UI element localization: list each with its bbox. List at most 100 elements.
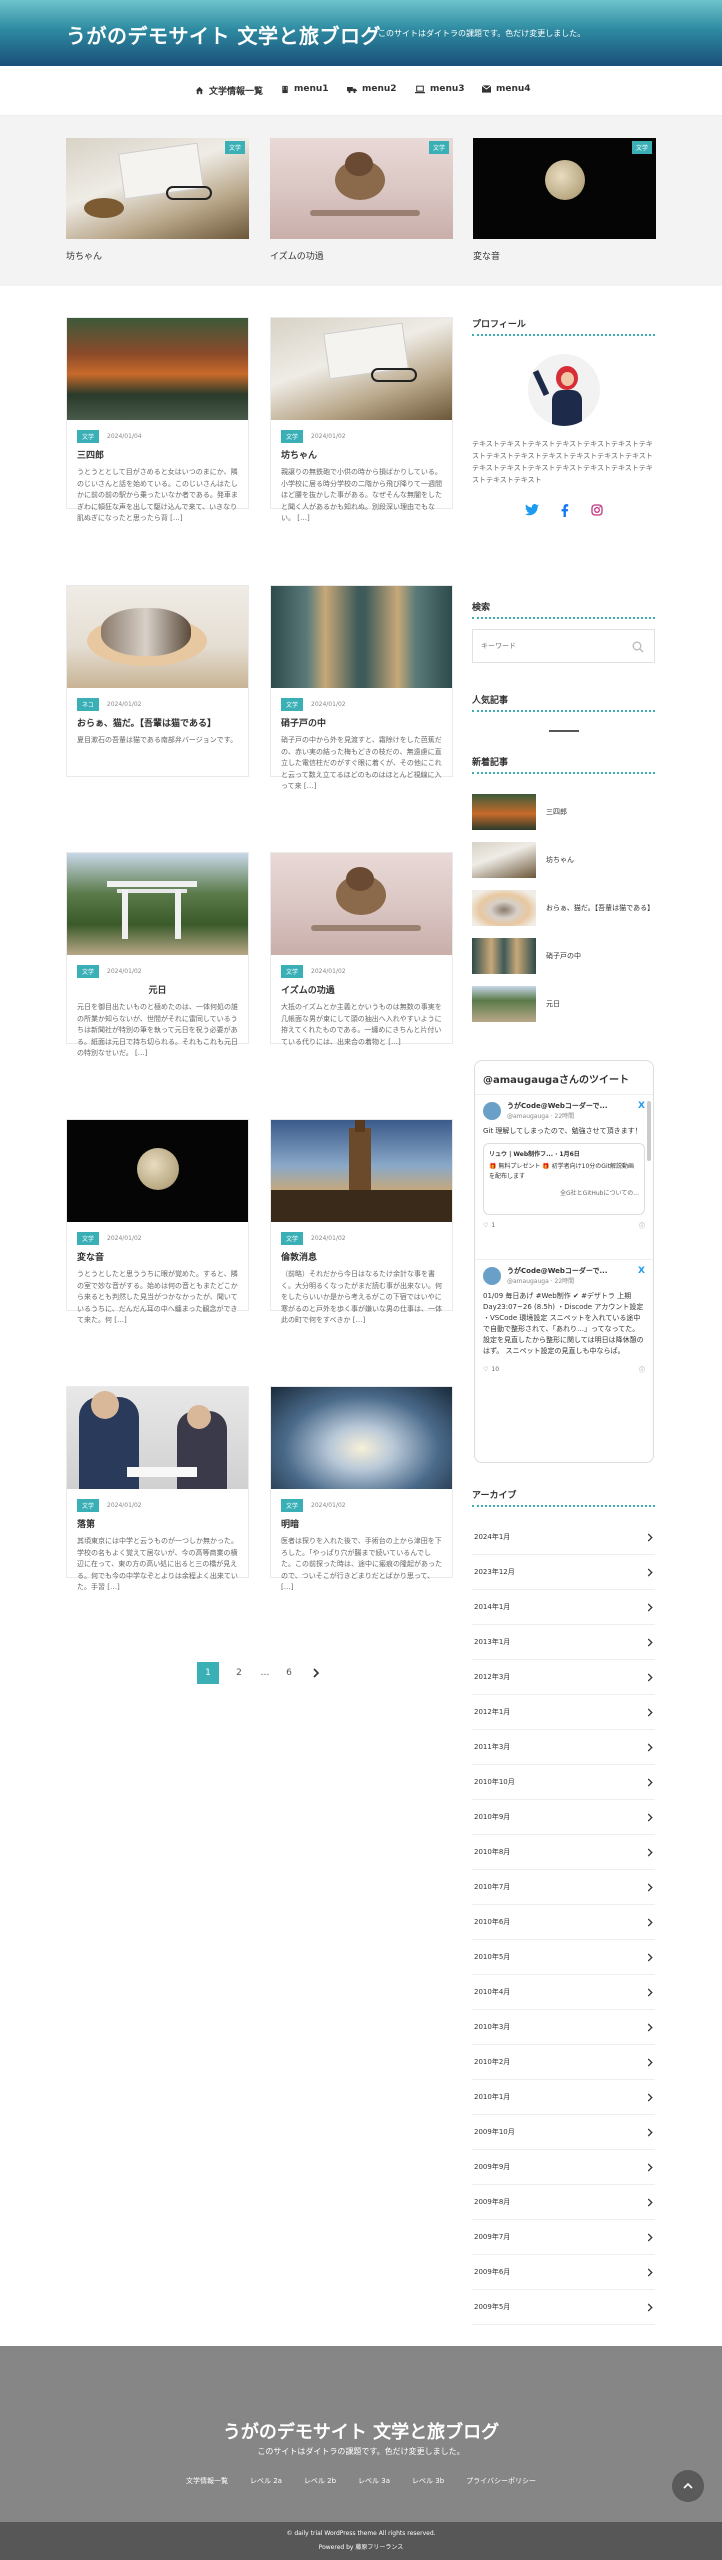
archive-item[interactable]: 2010年8月 <box>472 1835 655 1870</box>
featured-card[interactable]: 文学 変な音 <box>473 138 656 262</box>
nav-item-menu4[interactable]: menu4 <box>482 84 531 94</box>
footer-link[interactable]: レベル 2a <box>250 2476 282 2486</box>
post-card[interactable]: 文学 2024/01/04 三四郎 うとうととして目がさめると女はいつのまにか、隣… <box>66 317 249 522</box>
post-title[interactable]: 三四郎 <box>67 443 248 461</box>
archive-item[interactable]: 2009年8月 <box>472 2185 655 2220</box>
archive-item[interactable]: 2010年3月 <box>472 2010 655 2045</box>
site-title[interactable]: うがのデモサイト 文学と旅ブログ <box>66 20 381 49</box>
pagination-page[interactable]: 6 <box>278 1662 300 1684</box>
category-badge[interactable]: 文学 <box>77 965 100 978</box>
archive-item[interactable]: 2010年2月 <box>472 2045 655 2080</box>
nav-item-literature[interactable]: 文学情報一覧 <box>195 84 263 97</box>
category-badge[interactable]: 文学 <box>77 1232 100 1245</box>
info-icon[interactable]: ⓘ <box>639 1221 645 1230</box>
search-input[interactable] <box>481 631 621 661</box>
post-card[interactable]: ネコ 2024/01/02 おらぁ、猫だ。【吾輩は猫である】 夏目漱石の吾輩は猫で… <box>66 585 249 777</box>
archive-item[interactable]: 2009年9月 <box>472 2150 655 2185</box>
post-title[interactable]: 元日 <box>67 978 248 996</box>
post-card[interactable]: 文学 2024/01/02 落第 其頃東京には中学と云うものが一つしか無かった。学… <box>66 1386 249 1591</box>
category-badge[interactable]: 文学 <box>281 698 304 711</box>
footer-link[interactable]: レベル 3b <box>412 2476 444 2486</box>
post-title[interactable]: 明暗 <box>271 1512 452 1530</box>
category-tag[interactable]: 文学 <box>428 141 449 154</box>
archive-item[interactable]: 2012年3月 <box>472 1660 655 1695</box>
archive-item[interactable]: 2010年9月 <box>472 1800 655 1835</box>
tweet-item[interactable]: うがCode@Webコーダーで... @amaugauga · 22時間 X 0… <box>475 1260 653 1380</box>
twitter-timeline[interactable]: @amaugaugaさんのツイート うがCode@Webコーダーで... @am… <box>474 1060 654 1463</box>
archive-item[interactable]: 2010年4月 <box>472 1975 655 2010</box>
category-badge[interactable]: 文学 <box>281 965 304 978</box>
featured-title[interactable]: イズムの功過 <box>270 249 453 262</box>
archive-item[interactable]: 2010年7月 <box>472 1870 655 1905</box>
powered-by: Powered by 藤原フリーランス <box>318 2544 404 2551</box>
info-icon[interactable]: ⓘ <box>639 1365 645 1374</box>
category-tag[interactable]: 文学 <box>224 141 245 154</box>
category-badge[interactable]: ネコ <box>77 698 99 711</box>
footer-link[interactable]: プライバシーポリシー <box>466 2476 536 2486</box>
archive-item[interactable]: 2023年12月 <box>472 1555 655 1590</box>
nav-item-menu1[interactable]: menu1 <box>281 84 329 94</box>
nav-item-menu2[interactable]: menu2 <box>347 84 397 94</box>
tweet-item[interactable]: うがCode@Webコーダーで... @amaugauga · 22時間 X G… <box>475 1095 653 1260</box>
post-card[interactable]: 文学 2024/01/02 坊ちゃん 親譲りの無鉄砲で小供の時から損ばかりしている… <box>270 317 453 522</box>
post-card[interactable]: 文学 2024/01/02 イズムの功過 大抵のイズムとか主義とかいうものは無数の… <box>270 852 453 1046</box>
quoted-tweet[interactable]: リュウ | Web制作フ... · 1月6日 🎁 無料プレゼント 🎁 初学者向け… <box>483 1143 645 1215</box>
post-title[interactable]: 倫敦消息 <box>271 1245 452 1263</box>
pagination-next[interactable] <box>305 1662 327 1684</box>
archive-item[interactable]: 2010年5月 <box>472 1940 655 1975</box>
instagram-icon[interactable] <box>590 504 603 516</box>
post-card[interactable]: 文学 2024/01/02 元日 元日を御目出たいものと極めたのは、一体何処の誰の… <box>66 852 249 1057</box>
post-card[interactable]: 文学 2024/01/02 倫敦消息 （前略）それだから今日はなるたけ余計な事を書… <box>270 1119 453 1324</box>
recent-item[interactable]: 坊ちゃん <box>472 838 655 882</box>
category-badge[interactable]: 文学 <box>281 1232 304 1245</box>
recent-item[interactable]: 元日 <box>472 982 655 1026</box>
archive-item[interactable]: 2009年6月 <box>472 2255 655 2290</box>
footer-link[interactable]: 文学情報一覧 <box>186 2476 228 2486</box>
facebook-icon[interactable] <box>561 504 569 517</box>
post-card[interactable]: 文学 2024/01/02 変な音 うとうとしたと思ううちに眼が覚めた。すると、隣… <box>66 1119 249 1324</box>
featured-title[interactable]: 変な音 <box>473 249 656 262</box>
pagination-current[interactable]: 1 <box>197 1662 219 1684</box>
category-badge[interactable]: 文学 <box>77 430 100 443</box>
heart-icon[interactable]: ♡ <box>483 1366 488 1373</box>
post-title[interactable]: おらぁ、猫だ。【吾輩は猫である】 <box>67 711 248 729</box>
scrollbar[interactable] <box>647 1101 651 1161</box>
recent-item[interactable]: 三四郎 <box>472 790 655 834</box>
archive-item[interactable]: 2009年7月 <box>472 2220 655 2255</box>
featured-title[interactable]: 坊ちゃん <box>66 249 249 262</box>
nav-item-menu3[interactable]: menu3 <box>415 84 465 94</box>
featured-card[interactable]: 文学 イズムの功過 <box>270 138 453 262</box>
post-title[interactable]: 硝子戸の中 <box>271 711 452 729</box>
archive-item[interactable]: 2009年10月 <box>472 2115 655 2150</box>
archive-item[interactable]: 2010年6月 <box>472 1905 655 1940</box>
heart-icon[interactable]: ♡ <box>483 1222 488 1229</box>
archive-item[interactable]: 2024年1月 <box>472 1520 655 1555</box>
archive-item[interactable]: 2009年5月 <box>472 2290 655 2325</box>
archive-item[interactable]: 2012年1月 <box>472 1695 655 1730</box>
recent-item[interactable]: おらぁ、猫だ。【吾輩は猫である】 <box>472 886 655 930</box>
category-badge[interactable]: 文学 <box>281 1499 304 1512</box>
post-title[interactable]: イズムの功過 <box>271 978 452 996</box>
post-card[interactable]: 文学 2024/01/02 明暗 医者は探りを入れた後で、手術台の上から津田を下ろ… <box>270 1386 453 1591</box>
post-card[interactable]: 文学 2024/01/02 硝子戸の中 硝子戸の中から外を見渡すと、霜除けをした芭… <box>270 585 453 790</box>
archive-item[interactable]: 2014年1月 <box>472 1590 655 1625</box>
footer-link[interactable]: レベル 2b <box>304 2476 336 2486</box>
footer-title[interactable]: うがのデモサイト 文学と旅ブログ <box>0 2418 722 2444</box>
archive-item[interactable]: 2013年1月 <box>472 1625 655 1660</box>
archive-item[interactable]: 2011年3月 <box>472 1730 655 1765</box>
recent-item[interactable]: 硝子戸の中 <box>472 934 655 978</box>
pagination-page[interactable]: 2 <box>228 1662 250 1684</box>
post-title[interactable]: 坊ちゃん <box>271 443 452 461</box>
category-tag[interactable]: 文学 <box>631 141 652 154</box>
archive-item[interactable]: 2010年1月 <box>472 2080 655 2115</box>
post-title[interactable]: 変な音 <box>67 1245 248 1263</box>
search-icon[interactable] <box>632 641 644 653</box>
footer-link[interactable]: レベル 3a <box>358 2476 390 2486</box>
twitter-icon[interactable] <box>524 504 539 516</box>
category-badge[interactable]: 文学 <box>77 1499 100 1512</box>
archive-item[interactable]: 2010年10月 <box>472 1765 655 1800</box>
post-title[interactable]: 落第 <box>67 1512 248 1530</box>
featured-card[interactable]: 文学 坊ちゃん <box>66 138 249 262</box>
category-badge[interactable]: 文学 <box>281 430 304 443</box>
back-to-top-button[interactable] <box>672 2470 704 2502</box>
